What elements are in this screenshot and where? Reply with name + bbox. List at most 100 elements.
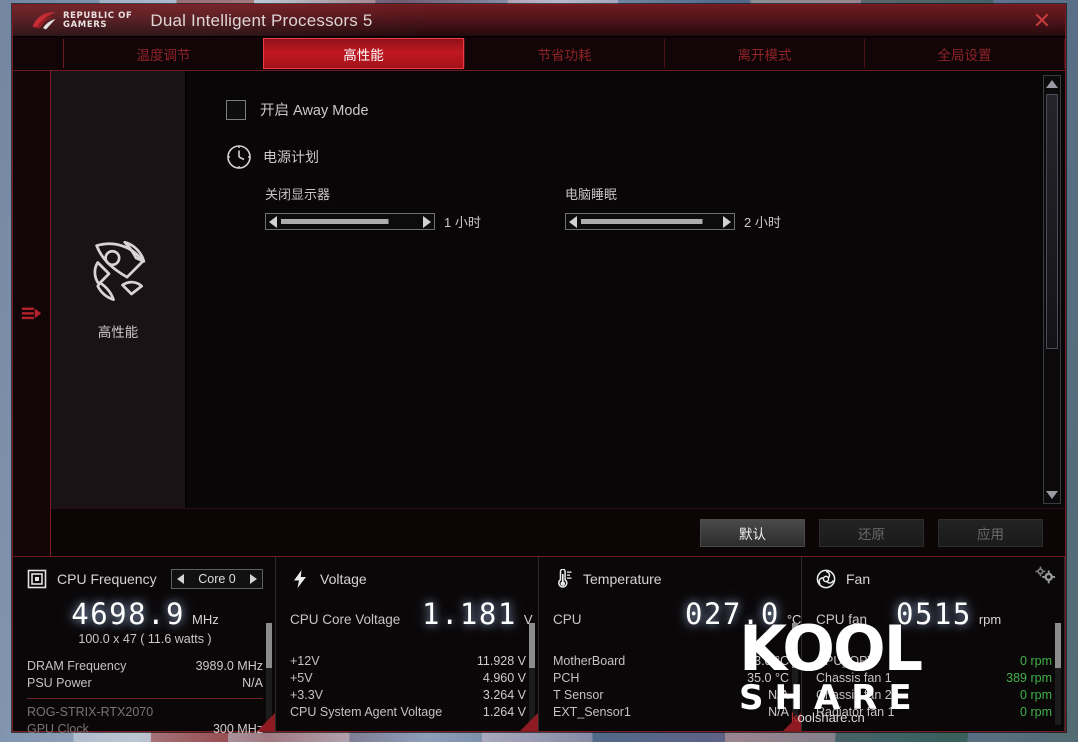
list-item: T Sensor N/A	[553, 688, 789, 702]
close-icon[interactable]: ✕	[1025, 7, 1059, 35]
menu-arrow-icon[interactable]	[21, 303, 43, 325]
cpu-icon	[27, 569, 47, 589]
power-plan-title: 电源计划	[263, 149, 319, 165]
list-item: Chassis fan 1 389 rpm	[816, 671, 1052, 685]
fan-scrollbar[interactable]	[1055, 623, 1061, 725]
temperature-rows: MotherBoard 23.0 °C PCH 35.0 °C T Sensor…	[553, 653, 789, 721]
rocket-icon	[93, 240, 146, 301]
default-button[interactable]: 默认	[700, 518, 805, 547]
list-item: MotherBoard 23.0 °C	[553, 654, 789, 668]
cpu-frequency-unit: MHz	[192, 612, 219, 627]
scrollbar-thumb[interactable]	[266, 623, 272, 668]
content-row: 高性能 开启 Away Mode 电源计划 关闭显示器 1 小时 电脑睡眠 2 …	[51, 71, 1065, 508]
caret-left-icon[interactable]	[177, 574, 184, 584]
scrollbar-thumb[interactable]	[1055, 623, 1061, 668]
list-item: +3.3V 3.264 V	[290, 688, 526, 702]
cpu-frequency-scrollbar[interactable]	[266, 623, 272, 725]
voltage-title: Voltage	[320, 571, 367, 587]
rog-brand-text: REPUBLIC OF GAMERS	[63, 10, 133, 30]
fan-icon	[816, 569, 836, 589]
caret-right-icon[interactable]	[250, 574, 257, 584]
caret-left-icon[interactable]	[569, 215, 577, 228]
list-item: CPU System Agent Voltage 1.264 V	[290, 705, 526, 719]
slider-computer-sleep[interactable]	[565, 213, 735, 230]
slider-label-turn-off-display: 关闭显示器	[265, 187, 331, 202]
caret-left-icon[interactable]	[269, 215, 277, 228]
panel-wrapper: 高性能 开启 Away Mode 电源计划 关闭显示器 1 小时 电脑睡眠 2 …	[51, 71, 1065, 556]
monitor-bar: CPU Frequency Core 0 4698.9 MHz 100.0 x …	[13, 556, 1065, 736]
bolt-icon	[294, 570, 306, 588]
tab-performance[interactable]: 高性能	[263, 38, 464, 69]
tab-away-mode[interactable]: 离开模式	[664, 39, 864, 68]
left-rail	[13, 71, 51, 556]
away-mode-label: 开启 Away Mode	[260, 103, 369, 119]
list-item: EXT_Sensor1 N/A	[553, 705, 789, 719]
caret-right-icon[interactable]	[723, 215, 731, 228]
monitor-fan: Fan CPU fan 0515 rpm CPU_OPT 0 rpm Chass…	[802, 557, 1065, 731]
slider-track[interactable]	[281, 219, 419, 224]
scrollbar-thumb[interactable]	[529, 623, 535, 668]
voltage-big-label: CPU Core Voltage	[290, 612, 401, 627]
rog-logo: REPUBLIC OF GAMERS	[31, 11, 132, 31]
voltage-value: 1.181	[422, 597, 517, 631]
caret-down-icon[interactable]	[1046, 491, 1058, 499]
app-window: REPUBLIC OF GAMERS Dual Intelligent Proc…	[12, 4, 1066, 736]
list-item: PCH 35.0 °C	[553, 671, 789, 685]
slider-value-turn-off-display: 1 小时	[444, 215, 481, 230]
monitor-voltage: Voltage CPU Core Voltage 1.181 V +12V 11…	[276, 557, 539, 731]
restore-button[interactable]: 还原	[819, 518, 924, 547]
power-plan-header: 电源计划	[226, 144, 1065, 170]
slider-turn-off-display[interactable]	[265, 213, 435, 230]
fan-value: 0515	[896, 597, 972, 631]
cpu-frequency-rows: DRAM Frequency 3989.0 MHz PSU Power N/A …	[27, 658, 263, 738]
fan-unit: rpm	[978, 612, 1002, 627]
slider-block-turn-off-display: 关闭显示器 1 小时	[265, 184, 565, 231]
away-mode-checkbox[interactable]	[226, 99, 246, 120]
slider-label-computer-sleep: 电脑睡眠	[565, 187, 618, 202]
slider-track[interactable]	[581, 219, 719, 224]
temperature-big-label: CPU	[553, 612, 582, 627]
slider-value-computer-sleep: 2 小时	[744, 215, 781, 230]
fan-big-label: CPU fan	[816, 612, 868, 627]
caret-up-icon[interactable]	[1046, 80, 1058, 88]
mode-column: 高性能	[51, 71, 186, 508]
list-item: +5V 4.960 V	[290, 671, 526, 685]
voltage-scrollbar[interactable]	[529, 623, 535, 725]
monitor-cpu-frequency: CPU Frequency Core 0 4698.9 MHz 100.0 x …	[13, 557, 276, 736]
divider	[27, 698, 263, 699]
voltage-rows: +12V 11.928 V +5V 4.960 V +3.3V 3.264 V …	[290, 653, 526, 721]
settings-pane: 开启 Away Mode 电源计划 关闭显示器 1 小时 电脑睡眠 2 小时	[186, 71, 1065, 508]
watermark-site-text: oolshare.cn	[797, 710, 865, 725]
rog-eye-icon	[32, 11, 56, 29]
list-item: Chassis fan 2 0 rpm	[816, 688, 1052, 702]
scrollbar-thumb[interactable]	[792, 623, 798, 668]
scrollbar-thumb[interactable]	[1046, 94, 1058, 349]
temperature-value: 027.0	[685, 597, 780, 631]
action-bar: 默认 还原 应用	[51, 508, 1065, 556]
cpu-frequency-value: 4698.9	[71, 597, 186, 631]
mode-label: 高性能	[97, 325, 139, 340]
gpu-header: ROG-STRIX-RTX2070	[27, 705, 154, 719]
apply-button[interactable]: 应用	[938, 518, 1043, 547]
tab-global-settings[interactable]: 全局设置	[864, 39, 1065, 68]
core-selector[interactable]: Core 0	[171, 569, 263, 589]
power-plan-sliders: 关闭显示器 1 小时 电脑睡眠 2 小时	[226, 184, 1065, 231]
list-item: DRAM Frequency 3989.0 MHz	[27, 659, 263, 673]
tab-power-saving[interactable]: 节省功耗	[464, 39, 664, 68]
list-item: CPU_OPT 0 rpm	[816, 654, 1052, 668]
away-mode-row: 开启 Away Mode	[226, 99, 1065, 120]
list-item: GPU Clock 300 MHz	[27, 722, 263, 736]
core-selector-value: Core 0	[198, 572, 236, 586]
slider-block-computer-sleep: 电脑睡眠 2 小时	[565, 184, 865, 231]
thermometer-icon	[558, 569, 572, 588]
list-item: +12V 11.928 V	[290, 654, 526, 668]
tab-temperature[interactable]: 温度调节	[63, 39, 263, 68]
cpu-frequency-title: CPU Frequency	[57, 571, 157, 587]
title-bar: REPUBLIC OF GAMERS Dual Intelligent Proc…	[13, 5, 1065, 37]
cpu-frequency-sub: 100.0 x 47 ( 11.6 watts )	[78, 632, 212, 646]
caret-right-icon[interactable]	[423, 215, 431, 228]
settings-scrollbar[interactable]	[1043, 75, 1061, 504]
tab-bar: 温度调节 高性能 节省功耗 离开模式 全局设置	[13, 37, 1065, 71]
fan-title: Fan	[846, 571, 871, 587]
gear-icon[interactable]	[1032, 565, 1058, 587]
